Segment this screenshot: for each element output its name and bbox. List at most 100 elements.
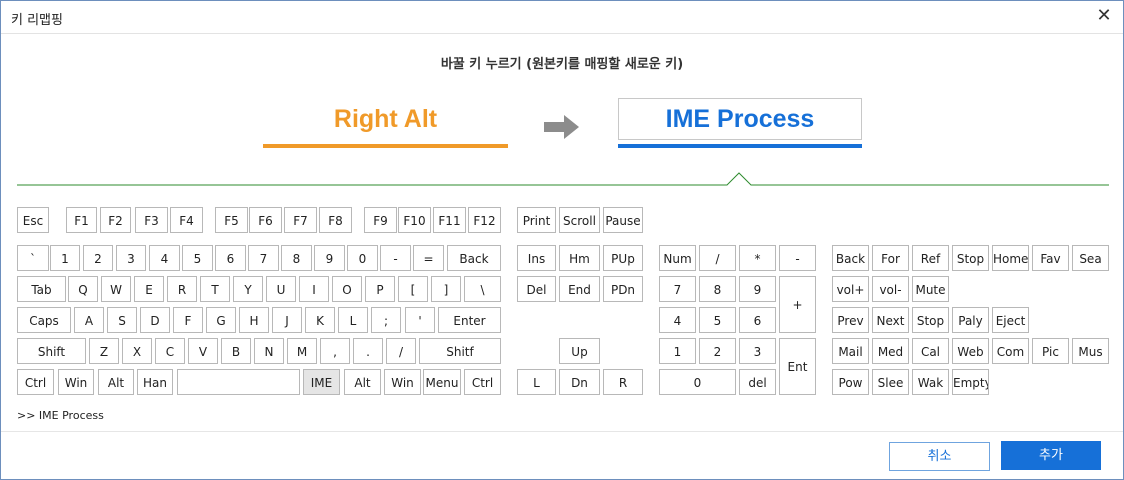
key-alt[interactable]: Alt xyxy=(344,369,381,395)
key-han[interactable]: Han xyxy=(137,369,173,395)
key-wak[interactable]: Wak xyxy=(912,369,949,395)
key-mute[interactable]: Mute xyxy=(912,276,949,302)
key-for[interactable]: For xyxy=(872,245,909,271)
key-f5[interactable]: F5 xyxy=(215,207,248,233)
key-caps[interactable]: Caps xyxy=(17,307,71,333)
key-i[interactable]: I xyxy=(299,276,329,302)
key-ins[interactable]: Ins xyxy=(517,245,556,271)
key-hm[interactable]: Hm xyxy=(559,245,600,271)
key-5[interactable]: 5 xyxy=(182,245,213,271)
key-eject[interactable]: Eject xyxy=(992,307,1029,333)
key-f6[interactable]: F6 xyxy=(249,207,282,233)
key-o[interactable]: O xyxy=(332,276,362,302)
key-f11[interactable]: F11 xyxy=(433,207,466,233)
key-tab[interactable]: Tab xyxy=(17,276,66,302)
key-sym[interactable]: - xyxy=(779,245,816,271)
key-f3[interactable]: F3 xyxy=(135,207,168,233)
key-up[interactable]: Up xyxy=(559,338,600,364)
key-enter[interactable]: Enter xyxy=(438,307,501,333)
key-b[interactable]: B xyxy=(221,338,251,364)
key-print[interactable]: Print xyxy=(517,207,556,233)
key-5[interactable]: 5 xyxy=(699,307,736,333)
key-back[interactable]: Back xyxy=(447,245,501,271)
add-button[interactable]: 추가 xyxy=(1001,441,1101,470)
key-m[interactable]: M xyxy=(287,338,317,364)
key-sym[interactable]: ; xyxy=(371,307,401,333)
key-ent[interactable]: Ent xyxy=(779,338,816,395)
key-c[interactable]: C xyxy=(155,338,185,364)
key-w[interactable]: W xyxy=(101,276,131,302)
key-sym[interactable]: ] xyxy=(431,276,461,302)
key-stop[interactable]: Stop xyxy=(952,245,989,271)
key-sym[interactable]: * xyxy=(739,245,776,271)
key-menu[interactable]: Menu xyxy=(423,369,461,395)
key-com[interactable]: Com xyxy=(992,338,1029,364)
key-d[interactable]: D xyxy=(140,307,170,333)
key-f4[interactable]: F4 xyxy=(170,207,203,233)
key-6[interactable]: 6 xyxy=(739,307,776,333)
key-f[interactable]: F xyxy=(173,307,203,333)
key-f10[interactable]: F10 xyxy=(398,207,431,233)
key-sym[interactable]: ` xyxy=(17,245,49,271)
key-sym[interactable]: \ xyxy=(464,276,501,302)
key-ctrl[interactable]: Ctrl xyxy=(17,369,54,395)
key-mus[interactable]: Mus xyxy=(1072,338,1109,364)
key-sym[interactable]: / xyxy=(699,245,736,271)
key-4[interactable]: 4 xyxy=(659,307,696,333)
key-del[interactable]: Del xyxy=(517,276,556,302)
key-t[interactable]: T xyxy=(200,276,230,302)
key-3[interactable]: 3 xyxy=(739,338,776,364)
key-p[interactable]: P xyxy=(365,276,395,302)
key-win[interactable]: Win xyxy=(58,369,94,395)
key-2[interactable]: 2 xyxy=(83,245,113,271)
key-f2[interactable]: F2 xyxy=(100,207,131,233)
key-ref[interactable]: Ref xyxy=(912,245,949,271)
key-space[interactable] xyxy=(177,369,300,395)
key-sym[interactable]: [ xyxy=(398,276,428,302)
key-sym[interactable]: / xyxy=(386,338,416,364)
key-9[interactable]: 9 xyxy=(739,276,776,302)
key-pdn[interactable]: PDn xyxy=(603,276,643,302)
key-pic[interactable]: Pic xyxy=(1032,338,1069,364)
key-h[interactable]: H xyxy=(239,307,269,333)
key-ime[interactable]: IME xyxy=(303,369,340,395)
key-pup[interactable]: PUp xyxy=(603,245,643,271)
key-ctrl[interactable]: Ctrl xyxy=(464,369,501,395)
key-v[interactable]: V xyxy=(188,338,218,364)
key-sym[interactable]: , xyxy=(320,338,350,364)
key-s[interactable]: S xyxy=(107,307,137,333)
key-6[interactable]: 6 xyxy=(215,245,246,271)
key-empty[interactable]: Empty xyxy=(952,369,989,395)
key-k[interactable]: K xyxy=(305,307,335,333)
key-f1[interactable]: F1 xyxy=(66,207,97,233)
key-0[interactable]: 0 xyxy=(347,245,378,271)
key-r[interactable]: R xyxy=(167,276,197,302)
key-home[interactable]: Home xyxy=(992,245,1029,271)
key-mail[interactable]: Mail xyxy=(832,338,869,364)
key-g[interactable]: G xyxy=(206,307,236,333)
cancel-button[interactable]: 취소 xyxy=(889,442,990,471)
key-f8[interactable]: F8 xyxy=(319,207,352,233)
key-x[interactable]: X xyxy=(122,338,152,364)
key-1[interactable]: 1 xyxy=(50,245,80,271)
key-scroll[interactable]: Scroll xyxy=(559,207,600,233)
key-u[interactable]: U xyxy=(266,276,296,302)
key-r[interactable]: R xyxy=(603,369,643,395)
target-key-box[interactable]: IME Process xyxy=(618,98,862,140)
key-8[interactable]: 8 xyxy=(281,245,312,271)
key-cal[interactable]: Cal xyxy=(912,338,949,364)
key-8[interactable]: 8 xyxy=(699,276,736,302)
key-9[interactable]: 9 xyxy=(314,245,345,271)
key-prev[interactable]: Prev xyxy=(832,307,869,333)
key-f12[interactable]: F12 xyxy=(468,207,501,233)
key-3[interactable]: 3 xyxy=(116,245,146,271)
key-l[interactable]: L xyxy=(517,369,556,395)
key-2[interactable]: 2 xyxy=(699,338,736,364)
key-web[interactable]: Web xyxy=(952,338,989,364)
key-q[interactable]: Q xyxy=(68,276,98,302)
key-j[interactable]: J xyxy=(272,307,302,333)
key-a[interactable]: A xyxy=(74,307,104,333)
key-sym[interactable]: + xyxy=(779,276,816,333)
key-num[interactable]: Num xyxy=(659,245,696,271)
key-fav[interactable]: Fav xyxy=(1032,245,1069,271)
